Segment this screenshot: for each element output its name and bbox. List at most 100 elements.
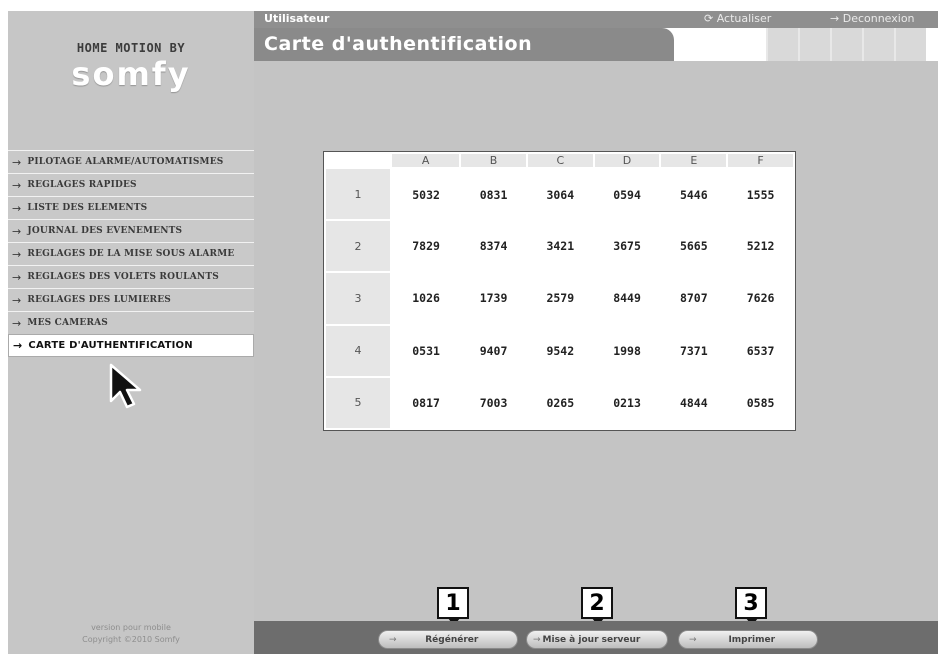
card-row: 3 1026 1739 2579 8449 8707 7626	[324, 271, 794, 326]
callout-marker: 2	[581, 587, 613, 626]
section-label: Utilisateur	[264, 12, 330, 25]
code-cell: 7003	[479, 395, 508, 410]
somfy-logo: somfy	[71, 55, 191, 93]
decor-block	[798, 28, 830, 61]
sidebar-item-carte-authentification[interactable]: → CARTE D'AUTHENTIFICATION	[8, 334, 254, 357]
footer-version-text: version pour mobile	[91, 623, 171, 632]
code-cell: 3064	[546, 187, 575, 202]
card-row: 5 0817 7003 0265 0213 4844 0585	[324, 375, 794, 431]
title-decoration	[766, 28, 926, 61]
sidebar-item-label: LISTE DES ELEMENTS	[27, 203, 148, 213]
arrow-right-icon: →	[12, 270, 22, 284]
code-cell: 4844	[679, 395, 708, 410]
code-cell: 9542	[546, 343, 575, 358]
card-header-row: A B C D E F	[324, 152, 795, 169]
logout-label: Deconnexion	[842, 12, 915, 25]
main-content: A B C D E F 1 5032 0831 3064 0594 5446 1…	[254, 61, 938, 621]
code-cell: 0594	[613, 187, 641, 202]
sidebar-item-pilotage[interactable]: → PILOTAGE ALARME/AUTOMATISMES	[8, 150, 254, 173]
regenerate-button[interactable]: → Régénérer	[378, 630, 518, 649]
arrow-right-icon: →	[12, 293, 22, 307]
sidebar-item-label: REGLAGES DE LA MISE SOUS ALARME	[27, 249, 235, 259]
code-cell: 8374	[479, 239, 508, 254]
sidebar-item-label: MES CAMERAS	[27, 318, 109, 328]
sidebar-item-label: JOURNAL DES EVENEMENTS	[27, 226, 183, 236]
code-cell: 5665	[679, 239, 708, 254]
code-cell: 0817	[412, 395, 440, 410]
arrow-right-icon: →	[689, 634, 697, 645]
arrow-right-icon: →	[12, 247, 22, 261]
code-cell: 5446	[679, 187, 708, 202]
code-cell: 7626	[746, 291, 775, 306]
code-cell: 9407	[479, 343, 508, 358]
print-label: Imprimer	[728, 634, 776, 645]
row-header: 1	[324, 166, 392, 222]
sidebar-item-volets-roulants[interactable]: → REGLAGES DES VOLETS ROULANTS	[8, 265, 254, 288]
sidebar-item-reglages-rapides[interactable]: → REGLAGES RAPIDES	[8, 173, 254, 196]
code-cell: 0213	[613, 395, 641, 410]
arrow-right-icon: →	[12, 201, 22, 215]
authentication-card: A B C D E F 1 5032 0831 3064 0594 5446 1…	[323, 151, 796, 431]
sidebar-item-liste-elements[interactable]: → LISTE DES ELEMENTS	[8, 196, 254, 219]
sidebar-item-mise-sous-alarme[interactable]: → REGLAGES DE LA MISE SOUS ALARME	[8, 242, 254, 265]
code-cell: 0585	[746, 395, 775, 410]
column-header: E	[659, 152, 729, 169]
arrow-right-icon: →	[12, 316, 22, 330]
row-header: 4	[324, 323, 392, 378]
code-cell: 5032	[412, 187, 440, 202]
code-cell: 7371	[679, 343, 708, 358]
arrow-right-icon: →	[13, 339, 23, 352]
decor-block	[830, 28, 862, 61]
arrow-right-icon: →	[12, 155, 22, 169]
sidebar-item-lumieres[interactable]: → REGLAGES DES LUMIERES	[8, 288, 254, 311]
sidebar-item-label: REGLAGES RAPIDES	[27, 180, 137, 190]
sidebar-item-cameras[interactable]: → MES CAMERAS	[8, 311, 254, 334]
code-cell: 1998	[613, 343, 641, 358]
column-header: A	[389, 152, 462, 169]
code-cell: 2579	[546, 291, 575, 306]
logout-link[interactable]: → Deconnexion	[830, 12, 915, 25]
column-header: C	[525, 152, 595, 169]
update-server-button[interactable]: → Mise à jour serveur	[526, 630, 668, 649]
brand-tagline: HOME MOTION BY	[76, 41, 186, 55]
sidebar-item-journal[interactable]: → JOURNAL DES EVENEMENTS	[8, 219, 254, 242]
refresh-label: Actualiser	[716, 12, 772, 25]
column-header: D	[592, 152, 662, 169]
arrow-right-icon: →	[12, 224, 22, 238]
card-corner-cell	[324, 152, 392, 169]
card-row: 1 5032 0831 3064 0594 5446 1555	[324, 166, 794, 222]
arrow-right-icon: →	[533, 634, 541, 645]
mouse-pointer-icon	[109, 363, 142, 409]
code-cell: 3421	[546, 239, 575, 254]
bottom-bar: → Régénérer → Mise à jour serveur → Impr…	[254, 621, 938, 654]
sidebar-item-label: CARTE D'AUTHENTIFICATION	[28, 340, 193, 351]
update-server-label: Mise à jour serveur	[542, 634, 641, 645]
decor-block	[766, 28, 798, 61]
code-cell: 8707	[679, 291, 708, 306]
code-cell: 0831	[479, 187, 508, 202]
print-button[interactable]: → Imprimer	[678, 630, 818, 649]
code-cell: 6537	[746, 343, 775, 358]
arrow-right-icon: →	[830, 12, 840, 25]
arrow-right-icon: →	[12, 178, 22, 192]
sidebar-item-label: PILOTAGE ALARME/AUTOMATISMES	[27, 157, 224, 167]
code-cell: 0265	[546, 395, 575, 410]
footer-copyright-text: Copyright ©2010 Somfy	[82, 635, 180, 644]
sidebar-item-label: REGLAGES DES LUMIERES	[27, 295, 171, 305]
callout-marker: 1	[437, 587, 469, 626]
code-cell: 3675	[613, 239, 641, 254]
code-cell: 1555	[746, 187, 775, 202]
decor-block	[894, 28, 926, 61]
sidebar: HOME MOTION BY somfy → PILOTAGE ALARME/A…	[8, 11, 254, 654]
code-cell: 0531	[412, 343, 440, 358]
sidebar-item-label: REGLAGES DES VOLETS ROULANTS	[27, 272, 219, 282]
authentication-card-table: A B C D E F 1 5032 0831 3064 0594 5446 1…	[324, 152, 795, 431]
card-row: 2 7829 8374 3421 3675 5665 5212	[324, 219, 794, 274]
refresh-link[interactable]: ⟳ Actualiser	[704, 12, 771, 25]
code-cell: 7829	[412, 239, 440, 254]
refresh-icon: ⟳	[704, 12, 714, 25]
row-header: 5	[324, 375, 392, 431]
page-title: Carte d'authentification	[254, 28, 674, 61]
decor-block	[862, 28, 894, 61]
sidebar-footer: version pour mobile Copyright ©2010 Somf…	[8, 622, 254, 646]
